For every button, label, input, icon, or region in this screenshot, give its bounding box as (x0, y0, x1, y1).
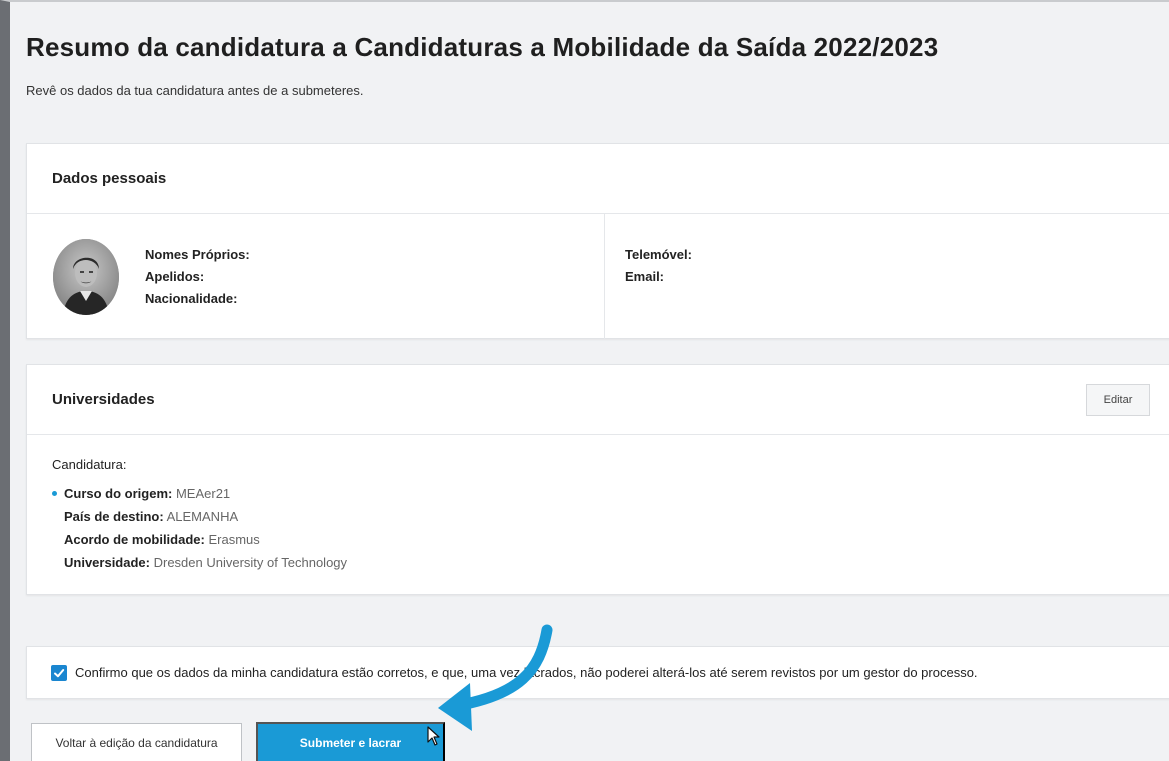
list-item: Acordo de mobilidade: Erasmus (52, 528, 1150, 551)
given-names-label: Nomes Próprios: (145, 247, 250, 262)
phone-label: Telemóvel: (625, 247, 692, 262)
universities-title: Universidades (52, 391, 155, 408)
destination-country-value: ALEMANHA (166, 509, 239, 524)
surnames-label: Apelidos: (145, 269, 205, 284)
surnames-row: Apelidos: (145, 266, 250, 288)
list-item: Curso do origem: MEAer21 (52, 482, 1150, 505)
origin-course-label: Curso do origem: (64, 486, 173, 501)
personal-data-title: Dados pessoais (52, 170, 167, 187)
check-icon (54, 668, 65, 677)
nationality-label: Nacionalidade: (145, 291, 238, 306)
phone-row: Telemóvel: (625, 244, 692, 266)
avatar (53, 239, 119, 315)
bullet-icon (52, 491, 57, 496)
submit-and-seal-button[interactable]: Submeter e lacrar (256, 722, 445, 761)
given-names-row: Nomes Próprios: (145, 244, 250, 266)
page-title: Resumo da candidatura a Candidaturas a M… (26, 32, 939, 62)
universities-body: Candidatura: Curso do origem: MEAer21 Pa… (27, 435, 1169, 574)
list-item: Universidade: Dresden University of Tech… (52, 551, 1150, 574)
list-item: País de destino: ALEMANHA (52, 505, 1150, 528)
university-label: Universidade: (64, 555, 150, 570)
mobility-agreement-value: Erasmus (208, 532, 260, 547)
personal-left-fields: Nomes Próprios: Apelidos: Nacionalidade: (145, 244, 250, 310)
confirm-text: Confirmo que os dados da minha candidatu… (75, 665, 978, 680)
universities-header: Universidades Editar (27, 365, 1169, 435)
mobility-agreement-label: Acordo de mobilidade: (64, 532, 205, 547)
personal-data-body: Nomes Próprios: Apelidos: Nacionalidade:… (27, 214, 1169, 339)
nationality-row: Nacionalidade: (145, 288, 250, 310)
universities-card: Universidades Editar Candidatura: Curso … (26, 364, 1169, 595)
email-label: Email: (625, 269, 665, 284)
origin-course-value: MEAer21 (175, 486, 231, 501)
destination-country-label: País de destino: (64, 509, 164, 524)
application-label: Candidatura: (52, 457, 127, 472)
confirm-checkbox[interactable] (51, 664, 67, 681)
university-value: Dresden University of Technology (153, 555, 348, 570)
mouse-cursor-icon (427, 726, 440, 746)
confirmation-card: Confirmo que os dados da minha candidatu… (26, 646, 1169, 699)
column-divider (604, 214, 605, 339)
avatar-photo-icon (53, 239, 119, 315)
edit-button[interactable]: Editar (1086, 383, 1150, 416)
email-row: Email: (625, 266, 692, 288)
page-subtitle: Revê os dados da tua candidatura antes d… (26, 83, 364, 98)
personal-data-header: Dados pessoais (27, 144, 1169, 214)
app-window: Resumo da candidatura a Candidaturas a M… (0, 0, 1169, 761)
personal-right-fields: Telemóvel: Email: (625, 244, 692, 288)
personal-data-card: Dados pessoais Nomes Próprios: Apelidos:… (26, 143, 1169, 339)
application-details: Curso do origem: MEAer21 País de destino… (52, 482, 1150, 574)
back-to-edit-button[interactable]: Voltar à edição da candidatura (31, 723, 242, 761)
